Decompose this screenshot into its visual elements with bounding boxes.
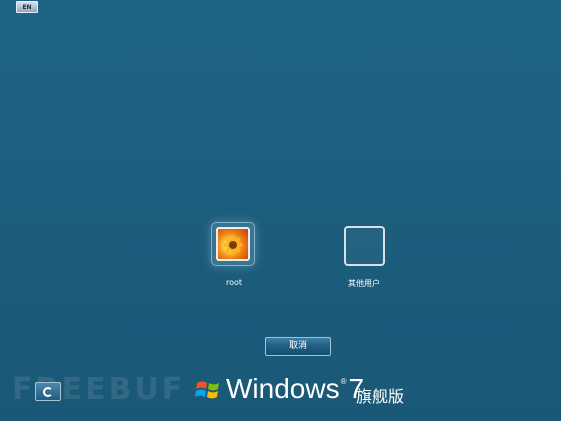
ease-of-access-button[interactable] [35,382,61,401]
windows-logo-icon [195,381,219,399]
user-tile-root[interactable] [211,222,255,266]
brand-trademark: ® [340,377,347,386]
language-button[interactable]: EN [16,1,38,13]
windows-brand: Windows®7 [226,373,364,405]
flower-icon [223,235,243,255]
brand-windows-text: Windows [226,373,340,404]
login-screen: EN root 其他用户 取消 FREEBUF Windows®7 旗舰版 [0,0,561,421]
cancel-button[interactable]: 取消 [265,337,331,356]
user-picture-flower [216,227,250,261]
user-name-root: root [225,278,243,287]
brand-edition: 旗舰版 [356,387,405,406]
user-tile-other[interactable] [344,226,385,266]
ease-of-access-icon [43,387,53,397]
user-name-other: 其他用户 [348,279,380,288]
